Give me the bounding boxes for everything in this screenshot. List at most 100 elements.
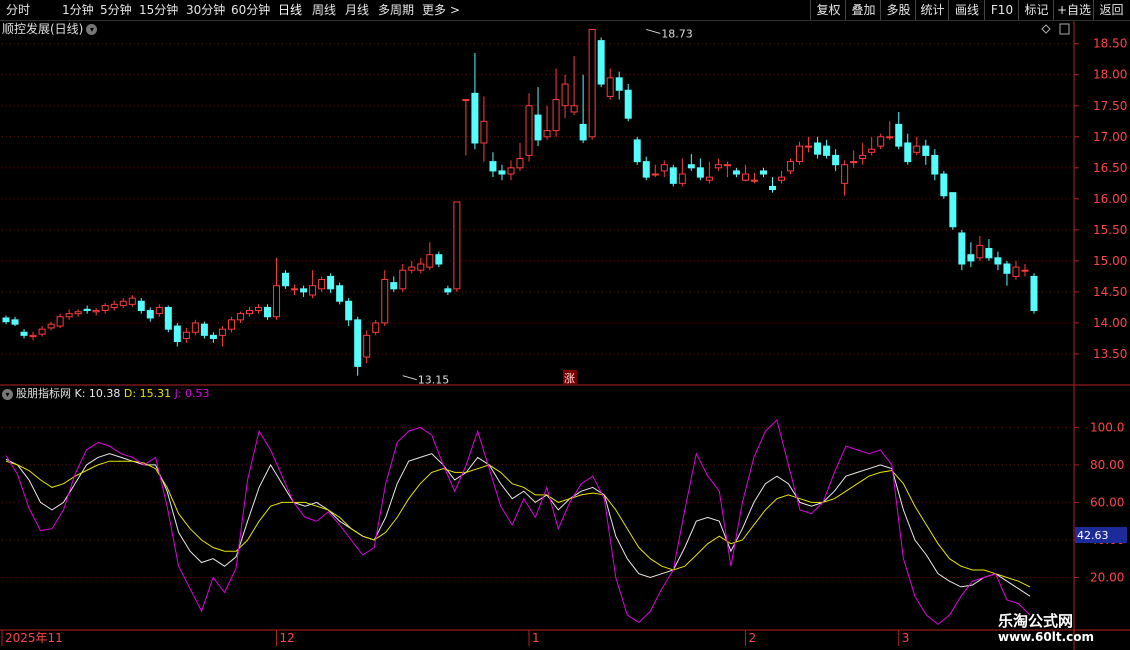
x-tick-label: 3 [902,631,910,645]
candle-body-down [11,319,19,325]
price-tick-label: 18.00 [1093,68,1127,82]
candle-body-up [886,136,894,139]
candle-body-up [678,173,686,184]
candle-body-up [372,322,380,333]
candle-body-down [300,288,308,293]
candle-body-up [877,136,885,147]
candle-body-down [173,325,181,343]
candle-body-up [182,331,190,339]
candle-body-up [787,161,795,172]
chart-title[interactable]: 顺控发展(日线) ▾ [2,21,98,37]
candle-body-down [1003,263,1011,274]
indicator-name: 股朋指标网 [16,387,71,400]
price-tick-label: 16.50 [1093,161,1127,175]
candle-body-down [345,300,353,321]
candle-body-up [245,310,253,315]
candle-body-up [426,254,434,268]
indicator-tick-label: 60.00 [1090,495,1124,509]
candle-body-down [498,170,506,175]
candle-body-up [723,164,731,167]
watermark-url: www.60lt.com [998,630,1095,644]
candle-body-up [1021,269,1029,272]
candle-body-up [110,303,118,308]
candle-body-down [435,254,443,265]
candle-body-down [200,323,208,336]
annotation-leader [402,375,417,381]
price-tick-label: 15.00 [1093,254,1127,268]
chevron-down-icon[interactable]: ▾ [2,388,13,400]
indicator-title[interactable]: ▾ 股朋指标网 K: 10.38 D: 15.31 J: 0.53 [2,386,210,402]
x-tick-label: 2 [748,631,756,645]
price-tick-label: 13.50 [1093,347,1127,361]
candle-body-up [741,173,749,181]
candle-body-down [922,145,930,156]
candle-body-up [56,316,64,327]
candle-body-up [841,164,849,184]
candle-body-down [633,139,641,163]
candle-body-up [778,176,786,181]
candle-body-down [759,170,767,175]
candle-body-down [669,167,677,184]
candle-body-down [534,114,542,141]
candle-body-up [859,154,867,160]
candle-body-down [768,185,776,191]
price-tick-label: 18.50 [1093,37,1127,51]
candle-body-down [940,173,948,197]
candle-body-up [714,164,722,169]
candle-body-down [2,317,10,323]
candle-body-up [705,176,713,181]
series-line-d [5,460,1031,588]
candle-body-down [336,285,344,302]
candle-body-up [273,285,281,318]
annotation-label: 13.15 [418,374,450,387]
candle-body-up [65,313,73,318]
d-value-label: D: 15.31 [123,387,172,400]
candle-body-up [453,201,461,290]
candle-body-down [823,145,831,156]
candle-body-down [1030,275,1038,312]
candle-body-up [128,297,136,305]
candle-body-up [796,145,804,163]
candle-body-up [913,145,921,153]
candle-body-up [291,288,299,291]
candle-body-down [354,319,362,367]
annotation-label: 18.73 [661,27,693,40]
candle-body-down [471,92,479,144]
indicator-tick-label: 80.00 [1090,458,1124,472]
candle-body-down [958,232,966,265]
candle-body-down [444,288,452,293]
candle-body-up [462,99,470,102]
candle-body-up [516,158,524,169]
candle-body-up [543,130,551,138]
cursor-value-label: 42.63 [1077,529,1109,542]
candle-body-down [327,275,335,290]
x-tick-label: 1 [532,631,540,645]
candle-body-up [507,167,515,175]
candle-body-up [805,145,813,148]
candle-body-up [480,120,488,144]
chevron-down-icon[interactable]: ▾ [86,24,98,35]
chart-canvas: 18.50 18.00 17.50 17.00 16.50 16.00 15.50 15.00… [0,21,1130,650]
candle-body-up [606,77,614,97]
candle-body-up [570,105,578,113]
price-tick-label: 17.50 [1093,99,1127,113]
candle-body-down [985,247,993,259]
indicator-tick-label: 20.00 [1090,570,1124,584]
candle-body-up [236,313,244,321]
k-value-label: K: 10.38 [74,387,121,400]
candle-body-down [687,164,695,169]
candle-body-down [390,282,398,290]
candle-body-down [967,254,975,262]
candle-body-up [155,306,163,315]
diamond-icon [1041,24,1051,34]
candle-body-up [750,179,758,182]
candle-body-up [408,266,416,271]
candle-body-up [561,83,569,107]
candle-body-down [642,161,650,178]
candle-body-up [254,306,262,312]
candle-body-down [615,77,623,91]
candle-body-down [994,257,1002,265]
candle-body-up [976,244,984,259]
candle-body-up [92,310,100,313]
candle-body-down [904,142,912,163]
